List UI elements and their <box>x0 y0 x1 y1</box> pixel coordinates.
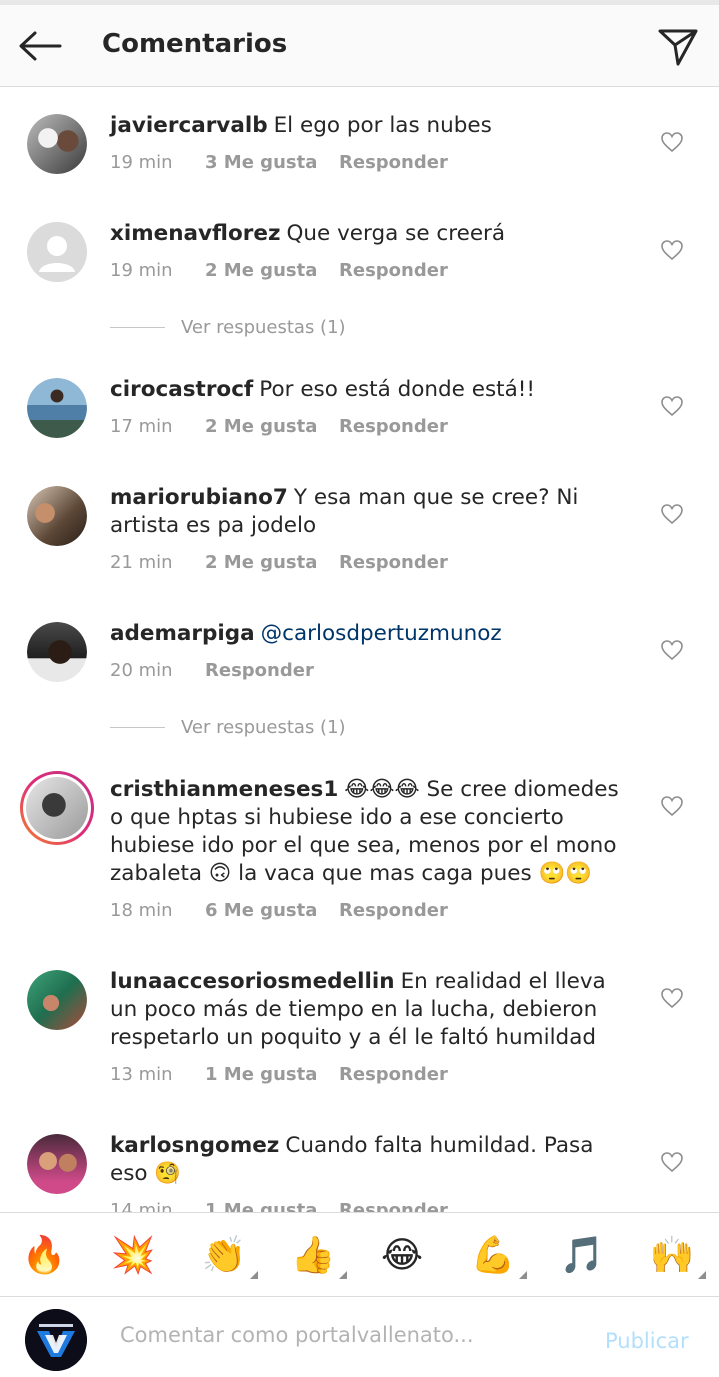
raised-hands-emoji-button[interactable]: 🙌 <box>648 1231 706 1279</box>
heart-icon[interactable] <box>660 638 684 662</box>
more-variants-icon <box>519 1271 527 1279</box>
comment-likes[interactable]: 2 Me gusta <box>205 260 339 281</box>
reply-button[interactable]: Responder <box>339 260 448 281</box>
reply-button[interactable]: Responder <box>339 416 448 437</box>
avatar[interactable] <box>27 622 87 682</box>
comment-meta: 19 min 3 Me gusta Responder <box>110 152 448 173</box>
comment-username[interactable]: mariorubiano7 <box>110 485 288 510</box>
comment-input[interactable] <box>120 1323 560 1347</box>
back-button[interactable] <box>14 25 66 67</box>
comment-likes[interactable]: 2 Me gusta <box>205 416 339 437</box>
comment-meta: 20 min Responder <box>110 660 314 681</box>
comment-time: 20 min <box>110 660 173 681</box>
avatar[interactable] <box>27 486 87 546</box>
muscle-icon: 💪 <box>470 1235 516 1276</box>
paper-plane-icon <box>658 29 698 66</box>
fire-emoji-button[interactable]: 🔥 <box>20 1231 68 1279</box>
comment-time: 19 min <box>110 260 173 281</box>
avatar-story[interactable] <box>20 771 94 845</box>
comment-meta: 18 min 6 Me gusta Responder <box>110 900 448 921</box>
view-replies-label: Ver respuestas (1) <box>181 717 346 738</box>
comment-likes[interactable]: 6 Me gusta <box>205 900 339 921</box>
arrow-left-icon <box>19 31 62 61</box>
reply-button[interactable]: Responder <box>339 1200 448 1212</box>
comment-username[interactable]: karlosngomez <box>110 1133 279 1158</box>
comment-mention[interactable]: @carlosdpertuzmunoz <box>261 621 502 646</box>
comment-username[interactable]: ximenavflorez <box>110 221 280 246</box>
comment-time: 21 min <box>110 552 173 573</box>
comment-likes[interactable]: 1 Me gusta <box>205 1064 339 1085</box>
collision-emoji-button[interactable]: 💥 <box>109 1231 157 1279</box>
avatar[interactable] <box>27 378 87 438</box>
more-variants-icon <box>250 1271 258 1279</box>
fire-icon: 🔥 <box>21 1235 67 1276</box>
comment-time: 13 min <box>110 1064 173 1085</box>
my-avatar <box>25 1309 87 1371</box>
page-title: Comentarios <box>102 29 288 59</box>
publish-button[interactable]: Publicar <box>605 1329 689 1353</box>
comment-meta: 21 min 2 Me gusta Responder <box>110 552 448 573</box>
music-note-emoji-button[interactable]: 🎵 <box>558 1231 606 1279</box>
laughing-icon: 😂 <box>380 1234 424 1276</box>
muscle-emoji-button[interactable]: 💪 <box>469 1231 527 1279</box>
more-variants-icon <box>698 1271 706 1279</box>
comment-username[interactable]: lunaaccesoriosmedellin <box>110 969 395 994</box>
reply-button[interactable]: Responder <box>339 552 448 573</box>
comment-time: 18 min <box>110 900 173 921</box>
emoji-quick-bar: 🔥 💥 👏 👍 😂 💪 🎵 🙌 <box>0 1212 719 1296</box>
comment-meta: 17 min 2 Me gusta Responder <box>110 416 448 437</box>
direct-message-button[interactable] <box>654 23 702 71</box>
comment-time: 14 min <box>110 1200 173 1212</box>
view-replies-button[interactable]: Ver respuestas (1) <box>110 317 346 338</box>
comment-username[interactable]: cirocastrocf <box>110 377 253 402</box>
comment-likes[interactable]: 1 Me gusta <box>205 1200 339 1212</box>
avatar[interactable] <box>27 222 87 282</box>
comment-time: 19 min <box>110 152 173 173</box>
heart-icon[interactable] <box>660 394 684 418</box>
clap-emoji-button[interactable]: 👏 <box>200 1231 258 1279</box>
avatar[interactable] <box>27 970 87 1030</box>
comment-username[interactable]: ademarpiga <box>110 621 255 646</box>
avatar[interactable] <box>27 1134 87 1194</box>
avatar[interactable] <box>27 114 87 174</box>
laughing-emoji-button[interactable]: 😂 <box>378 1231 426 1279</box>
more-variants-icon <box>339 1271 347 1279</box>
comment-time: 17 min <box>110 416 173 437</box>
clap-icon: 👏 <box>201 1235 247 1276</box>
divider-line <box>110 327 165 328</box>
header: Comentarios <box>0 5 719 87</box>
reply-button[interactable]: Responder <box>339 152 448 173</box>
comment-body: El ego por las nubes <box>273 113 492 138</box>
portalvallenato-logo-icon <box>25 1309 87 1371</box>
comment-list[interactable]: javiercarvalb El ego por las nubes 19 min… <box>0 88 719 1212</box>
divider-line <box>110 727 165 728</box>
comment-body: Que verga se creerá <box>286 221 506 246</box>
thumbs-up-emoji-button[interactable]: 👍 <box>289 1231 347 1279</box>
reply-button[interactable]: Responder <box>339 900 448 921</box>
comment-meta: 13 min 1 Me gusta Responder <box>110 1064 448 1085</box>
comment-username[interactable]: javiercarvalb <box>110 113 268 138</box>
view-replies-label: Ver respuestas (1) <box>181 317 346 338</box>
comment-likes[interactable]: 2 Me gusta <box>205 552 339 573</box>
thumbs-up-icon: 👍 <box>290 1235 336 1276</box>
heart-icon[interactable] <box>660 502 684 526</box>
heart-icon[interactable] <box>660 794 684 818</box>
heart-icon[interactable] <box>660 1150 684 1174</box>
collision-icon: 💥 <box>110 1235 156 1276</box>
heart-icon[interactable] <box>660 130 684 154</box>
heart-icon[interactable] <box>660 238 684 262</box>
raised-hands-icon: 🙌 <box>649 1235 695 1276</box>
reply-button[interactable]: Responder <box>339 1064 448 1085</box>
reply-button[interactable]: Responder <box>205 660 314 681</box>
comment-username[interactable]: cristhianmeneses1 <box>110 777 338 802</box>
comment-likes[interactable]: 3 Me gusta <box>205 152 339 173</box>
comment-body: Por eso está donde está!! <box>259 377 536 402</box>
comment-meta: 19 min 2 Me gusta Responder <box>110 260 448 281</box>
view-replies-button[interactable]: Ver respuestas (1) <box>110 717 346 738</box>
music-note-icon: 🎵 <box>559 1235 605 1276</box>
default-avatar-icon <box>27 222 87 282</box>
comment-meta: 14 min 1 Me gusta Responder <box>110 1200 448 1212</box>
heart-icon[interactable] <box>660 986 684 1010</box>
comment-composer: Publicar <box>0 1296 719 1377</box>
